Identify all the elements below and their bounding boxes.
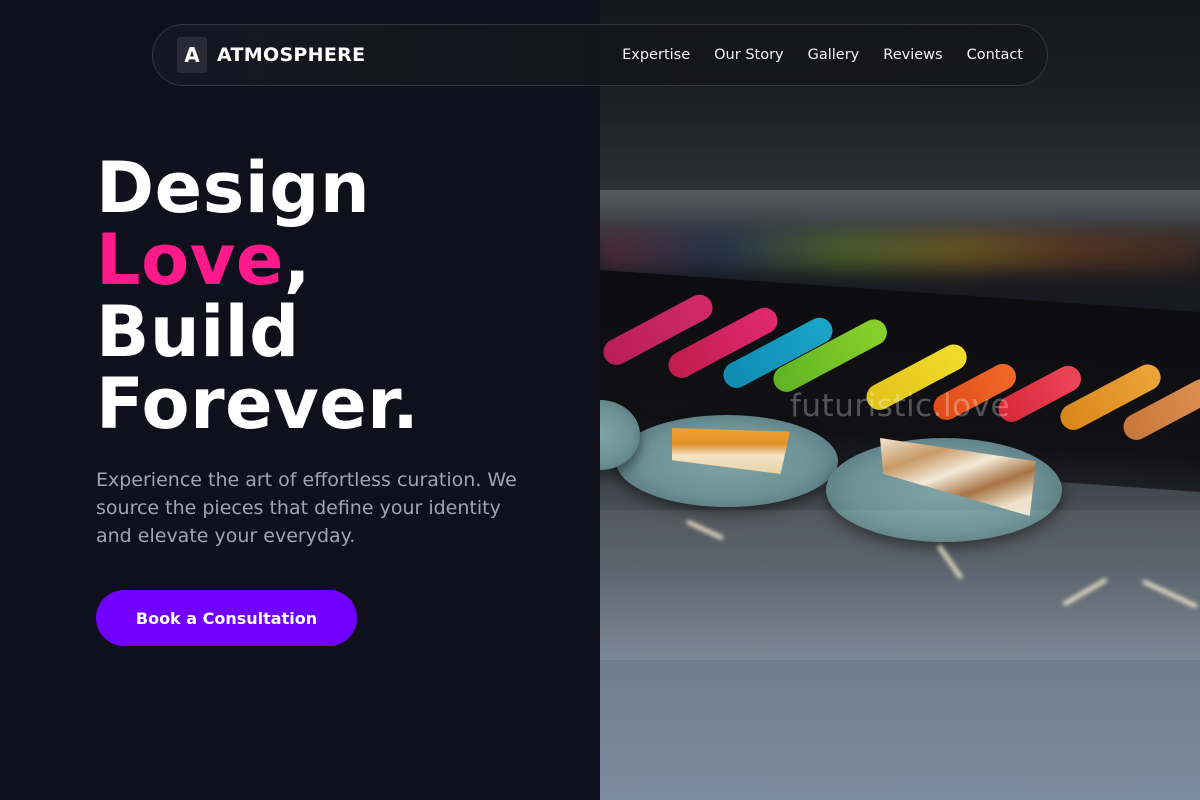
headline-comma: , <box>283 219 311 301</box>
display-case-glass-front <box>600 510 1200 660</box>
hero-headline: Design Love, Build Forever. <box>96 152 419 440</box>
headline-line-4: Forever. <box>96 363 420 445</box>
headline-line-1: Design <box>96 147 371 229</box>
nav-link-reviews[interactable]: Reviews <box>883 47 942 63</box>
brand-logo[interactable]: A ATMOSPHERE <box>177 37 365 73</box>
brand-mark-icon: A <box>177 37 207 73</box>
nav-link-contact[interactable]: Contact <box>967 47 1023 63</box>
image-watermark: futuristic.love <box>790 388 1011 424</box>
brand-name: ATMOSPHERE <box>217 44 366 66</box>
display-case-reflection <box>600 230 1200 270</box>
nav-link-our-story[interactable]: Our Story <box>714 47 783 63</box>
headline-line-2: Love, <box>96 224 419 296</box>
hero-subtext: Experience the art of effortless curatio… <box>96 469 517 547</box>
hero-image: futuristic.love <box>600 0 1200 800</box>
headline-line-3: Build <box>96 291 300 373</box>
nav-link-expertise[interactable]: Expertise <box>622 47 690 63</box>
nav-links: Expertise Our Story Gallery Reviews Cont… <box>622 47 1023 63</box>
navbar: A ATMOSPHERE Expertise Our Story Gallery… <box>152 24 1048 86</box>
headline-accent-word: Love <box>96 219 284 301</box>
book-consultation-button[interactable]: Book a Consultation <box>96 590 357 646</box>
nav-link-gallery[interactable]: Gallery <box>808 47 860 63</box>
